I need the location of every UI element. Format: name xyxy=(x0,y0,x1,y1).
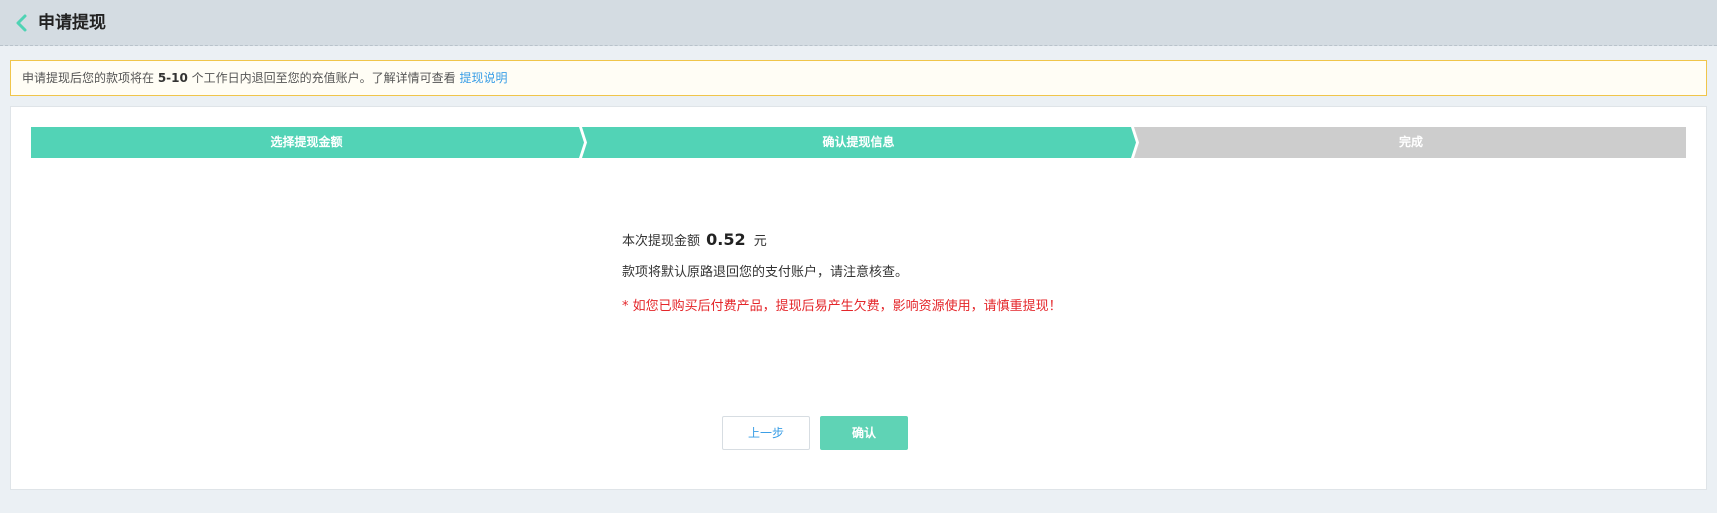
page-title: 申请提现 xyxy=(38,13,106,33)
header-bar: 申请提现 xyxy=(0,0,1717,46)
withdraw-instructions-link[interactable]: 提现说明 xyxy=(460,71,508,85)
step-3-label: 完成 xyxy=(1398,135,1423,149)
step-progress-bar: 选择提现金额 确认提现信息 完成 xyxy=(31,127,1686,158)
previous-step-button[interactable]: 上一步 xyxy=(722,416,810,450)
notice-text-before: 申请提现后您的款项将在 xyxy=(22,71,158,85)
notice-text-after: 个工作日内退回至您的充值账户。了解详情可查看 xyxy=(187,71,460,85)
withdraw-summary: 本次提现金额 0.52 元 款项将默认原路退回您的支付账户，请注意核查。 * 如… xyxy=(622,227,1222,317)
postpaid-warning: * 如您已购买后付费产品，提现后易产生欠费，影响资源使用，请慎重提现！ xyxy=(622,299,1062,314)
notice-banner: 申请提现后您的款项将在 5-10 个工作日内退回至您的充值账户。了解详情可查看 … xyxy=(10,60,1707,96)
amount-unit: 元 xyxy=(753,234,767,249)
main-panel: 选择提现金额 确认提现信息 完成 本次提现金额 0.52 元 款项将默认原路退回… xyxy=(10,106,1707,490)
notice-days: 5-10 xyxy=(157,71,188,85)
refund-info: 款项将默认原路退回您的支付账户，请注意核查。 xyxy=(622,265,909,280)
chevron-left-icon[interactable] xyxy=(14,13,30,33)
amount-line: 本次提现金额 0.52 元 xyxy=(622,227,1222,253)
amount-prefix: 本次提现金额 xyxy=(622,234,701,249)
amount-value: 0.52 xyxy=(706,230,746,249)
step-1-label: 选择提现金额 xyxy=(270,135,343,149)
confirm-button[interactable]: 确认 xyxy=(820,416,908,450)
step-2-label: 确认提现信息 xyxy=(822,135,895,149)
